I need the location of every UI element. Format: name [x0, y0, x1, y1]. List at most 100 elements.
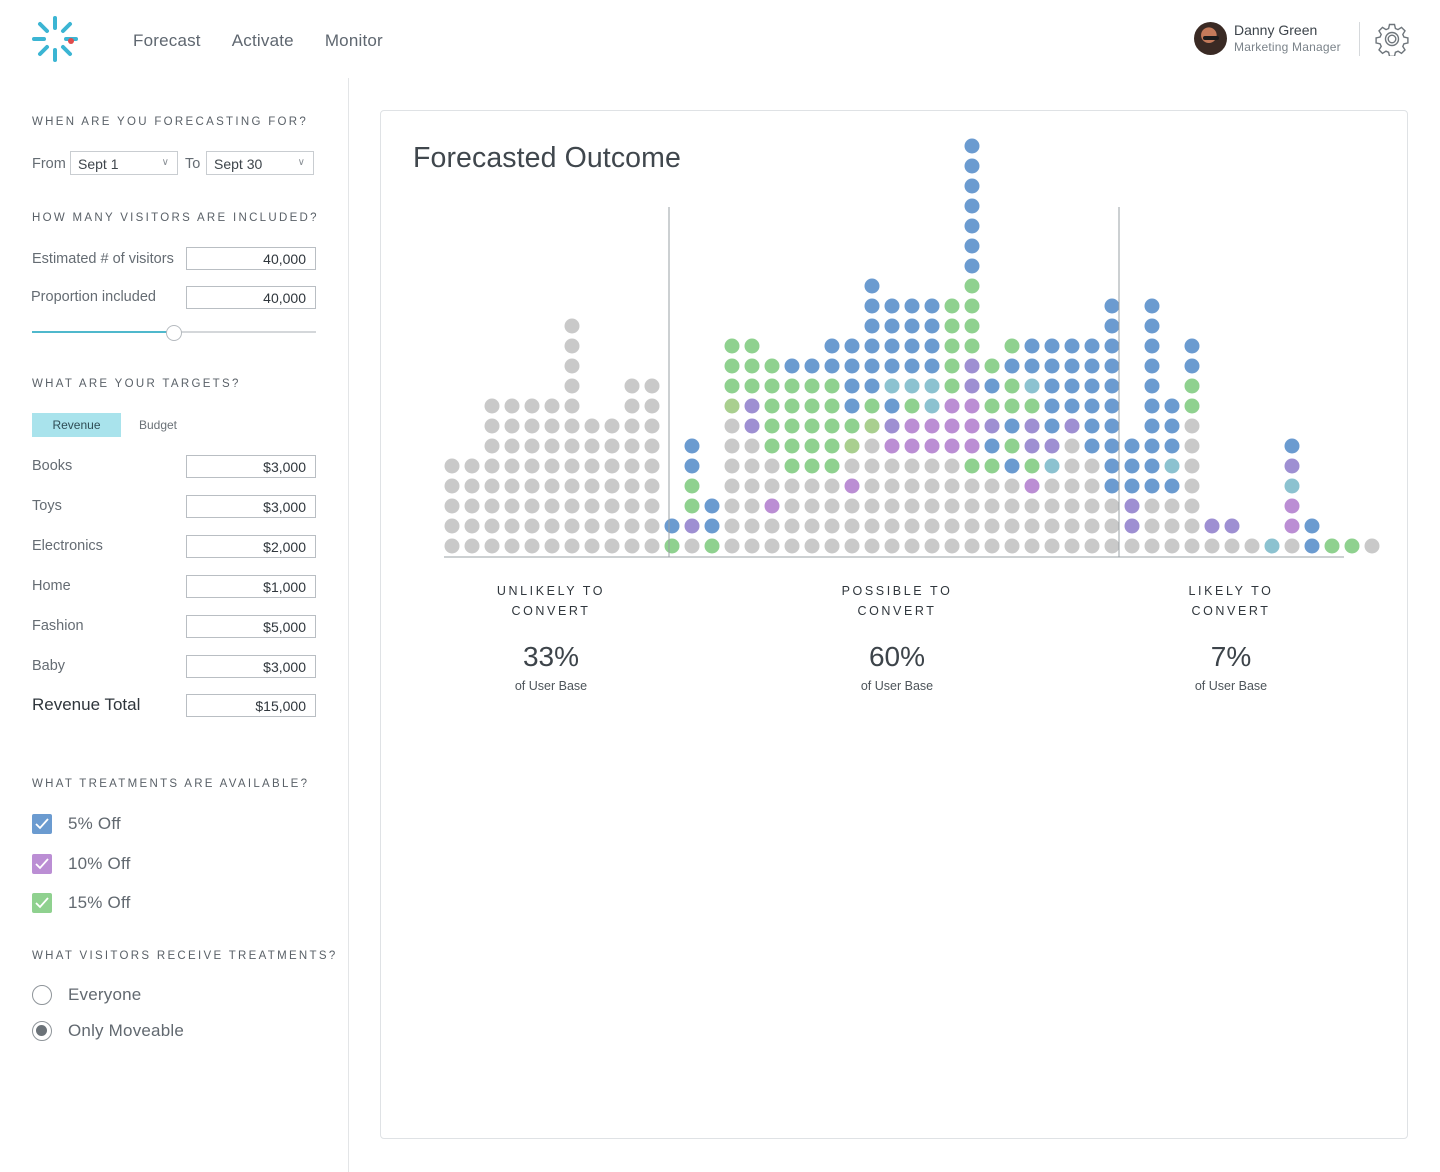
to-date-select[interactable]: Sept 30 ∨: [206, 151, 314, 175]
gear-icon[interactable]: [1375, 22, 1409, 56]
checkbox-label-15-off[interactable]: 15% Off: [68, 893, 131, 913]
brand-logo-icon[interactable]: [30, 14, 80, 64]
visitor-dot: [864, 358, 880, 374]
from-date-value: Sept 1: [78, 156, 119, 172]
visitor-dot: [524, 438, 540, 454]
visitor-dot: [1304, 538, 1320, 554]
user-role: Marketing Manager: [1234, 40, 1341, 54]
radio-only-moveable[interactable]: [32, 1021, 52, 1041]
header-divider: [1359, 22, 1360, 56]
visitor-dot: [1024, 458, 1040, 474]
target-input-books[interactable]: $3,000: [186, 455, 316, 478]
user-profile[interactable]: Danny Green Marketing Manager: [1194, 22, 1341, 55]
visitor-dot: [684, 498, 700, 514]
visitor-dot: [1004, 438, 1020, 454]
visitor-dot: [1104, 398, 1120, 414]
visitor-dot: [824, 338, 840, 354]
slider-thumb[interactable]: [166, 325, 182, 341]
estimated-visitors-input[interactable]: 40,000: [186, 247, 316, 270]
visitor-dot: [924, 538, 940, 554]
radio-label-only-moveable[interactable]: Only Moveable: [68, 1021, 184, 1041]
visitor-dot: [944, 338, 960, 354]
visitor-dot: [544, 458, 560, 474]
conversion-dot-chart: [444, 138, 1380, 558]
section-title-treatments: WHAT TREATMENTS ARE AVAILABLE?: [32, 778, 310, 790]
visitor-dot: [964, 318, 980, 334]
visitor-dot: [1144, 298, 1160, 314]
visitor-dot: [744, 458, 760, 474]
checkbox-label-5-off[interactable]: 5% Off: [68, 814, 121, 834]
visitor-dot: [1044, 458, 1060, 474]
visitor-dot: [1184, 518, 1200, 534]
visitor-dot: [864, 318, 880, 334]
to-date-value: Sept 30: [214, 156, 263, 172]
visitor-dot: [1144, 338, 1160, 354]
visitor-dot: [584, 498, 600, 514]
visitor-dot: [964, 178, 980, 194]
visitor-dot: [764, 478, 780, 494]
visitor-dot: [1044, 358, 1060, 374]
visitor-dot: [884, 498, 900, 514]
visitor-dot: [724, 478, 740, 494]
visitor-dot: [1004, 498, 1020, 514]
avatar[interactable]: [1194, 22, 1227, 55]
visitor-dot: [544, 498, 560, 514]
visitor-dot: [624, 478, 640, 494]
visitor-dot: [444, 538, 460, 554]
visitor-dot: [1104, 478, 1120, 494]
visitor-dot: [924, 298, 940, 314]
visitor-dot: [544, 438, 560, 454]
tab-revenue[interactable]: Revenue: [32, 413, 121, 437]
checkbox-label-10-off[interactable]: 10% Off: [68, 854, 131, 874]
tab-budget[interactable]: Budget: [127, 413, 189, 437]
proportion-included-input[interactable]: 40,000: [186, 286, 316, 309]
target-input-fashion[interactable]: $5,000: [186, 615, 316, 638]
from-label: From: [32, 156, 66, 172]
visitor-dot: [564, 398, 580, 414]
nav-activate[interactable]: Activate: [232, 31, 294, 51]
target-input-baby[interactable]: $3,000: [186, 655, 316, 678]
visitor-dot: [1104, 418, 1120, 434]
visitor-dot: [924, 318, 940, 334]
visitor-dot: [864, 278, 880, 294]
visitor-dot: [744, 378, 760, 394]
revenue-total-input[interactable]: $15,000: [186, 694, 316, 717]
visitor-dot: [1024, 418, 1040, 434]
visitor-dot: [564, 378, 580, 394]
target-input-home[interactable]: $1,000: [186, 575, 316, 598]
band-percent-unlikely: 33%: [522, 641, 580, 672]
visitor-dot: [1064, 358, 1080, 374]
visitor-dot: [1104, 358, 1120, 374]
nav-monitor[interactable]: Monitor: [325, 31, 383, 51]
visitor-dot: [664, 518, 680, 534]
visitor-dot: [1024, 338, 1040, 354]
checkbox-15-off[interactable]: [32, 893, 52, 913]
visitor-dot: [964, 498, 980, 514]
radio-everyone[interactable]: [32, 985, 52, 1005]
visitor-dot: [964, 418, 980, 434]
nav-forecast[interactable]: Forecast: [133, 31, 201, 51]
visitor-dot: [684, 538, 700, 554]
radio-label-everyone[interactable]: Everyone: [68, 985, 141, 1005]
target-input-electronics[interactable]: $2,000: [186, 535, 316, 558]
visitor-dot: [844, 478, 860, 494]
visitor-dot: [584, 458, 600, 474]
visitor-dot: [1264, 538, 1280, 554]
visitor-dot: [984, 398, 1000, 414]
from-date-select[interactable]: Sept 1 ∨: [70, 151, 178, 175]
target-input-toys[interactable]: $3,000: [186, 495, 316, 518]
checkbox-5-off[interactable]: [32, 814, 52, 834]
band-possible: POSSIBLE TO CONVERT 60% of User Base: [827, 581, 967, 693]
visitor-dot: [504, 478, 520, 494]
visitor-dot: [944, 418, 960, 434]
visitor-dot: [944, 318, 960, 334]
visitor-dot: [724, 418, 740, 434]
visitor-dot: [564, 438, 580, 454]
visitor-dot: [1024, 358, 1040, 374]
visitor-dot: [984, 418, 1000, 434]
checkbox-10-off[interactable]: [32, 854, 52, 874]
visitor-dot: [644, 498, 660, 514]
visitor-dot: [1184, 458, 1200, 474]
visitor-dot: [884, 418, 900, 434]
visitor-dot: [804, 538, 820, 554]
